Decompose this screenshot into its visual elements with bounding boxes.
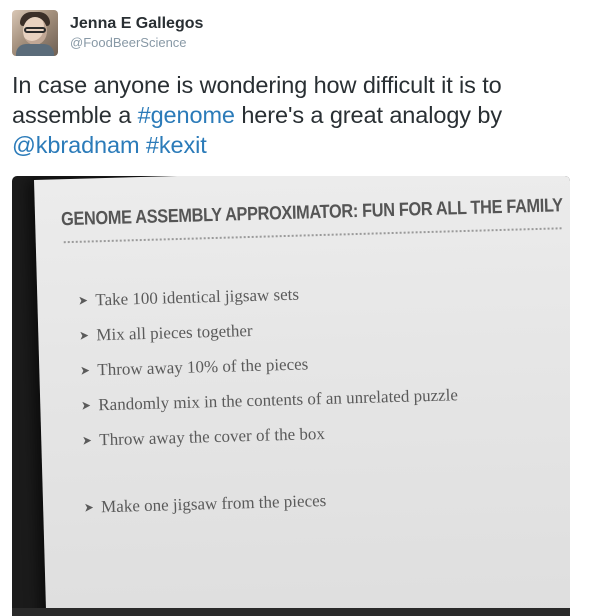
arrowhead-icon — [83, 436, 92, 445]
author-names: Jenna E Gallegos @FoodBeerScience — [70, 14, 203, 52]
slide-bullet-text: Throw away 10% of the pieces — [97, 354, 309, 380]
hashtag-kexit-link[interactable]: #kexit — [146, 132, 207, 158]
arrowhead-icon — [79, 296, 88, 305]
avatar-shirt — [16, 44, 54, 56]
tweet-header: Jenna E Gallegos @FoodBeerScience — [12, 10, 203, 56]
tweet-card: Jenna E Gallegos @FoodBeerScience In cas… — [0, 0, 592, 616]
hashtag-genome-link[interactable]: #genome — [138, 102, 235, 128]
author-handle[interactable]: @FoodBeerScience — [70, 34, 203, 52]
avatar[interactable] — [12, 10, 58, 56]
arrowhead-icon — [82, 401, 91, 410]
tweet-text: In case anyone is wondering how difficul… — [12, 70, 582, 160]
tweet-text-part: here's a great analogy by — [234, 102, 502, 128]
photo-bottom-edge — [12, 608, 570, 616]
slide-bullet-text: Throw away the cover of the box — [99, 423, 326, 450]
avatar-glasses — [24, 27, 46, 33]
slide-bullet-text: Take 100 identical jigsaw sets — [95, 284, 300, 310]
slide-title: GENOME ASSEMBLY APPROXIMATOR: FUN FOR AL… — [60, 195, 563, 231]
dotted-divider — [63, 227, 562, 244]
tweet-media-photo[interactable]: GENOME ASSEMBLY APPROXIMATOR: FUN FOR AL… — [12, 176, 570, 616]
slide-bullet-text: Make one jigsaw from the pieces — [100, 490, 327, 517]
slide-bullet-text: Mix all pieces together — [96, 320, 253, 345]
slide-bullet-list: Take 100 identical jigsaw sets Mix all p… — [79, 279, 461, 531]
presentation-slide: GENOME ASSEMBLY APPROXIMATOR: FUN FOR AL… — [34, 176, 570, 616]
arrowhead-icon — [81, 366, 90, 375]
arrowhead-icon — [85, 503, 94, 512]
mention-link[interactable]: @kbradnam — [12, 132, 140, 158]
arrowhead-icon — [80, 331, 89, 340]
slide-bullet-final: Make one jigsaw from the pieces — [85, 486, 462, 531]
author-display-name[interactable]: Jenna E Gallegos — [70, 14, 203, 34]
